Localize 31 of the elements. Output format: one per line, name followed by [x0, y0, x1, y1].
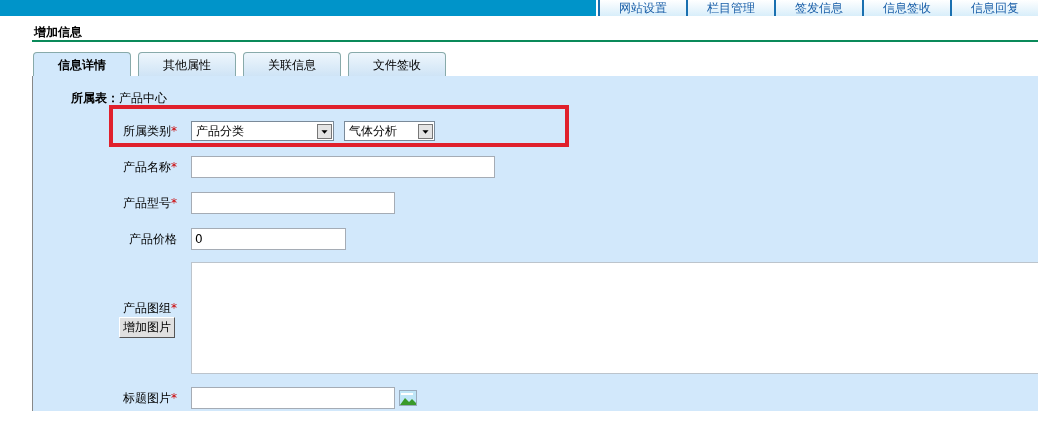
add-image-button[interactable]: 增加图片: [119, 316, 175, 338]
nav-tab[interactable]: 信息回复: [950, 0, 1038, 16]
table-name: 产品中心: [119, 90, 167, 107]
text-field[interactable]: 0: [191, 228, 346, 250]
field-label: 产品价格: [129, 231, 177, 246]
field-label: 所属类别: [123, 123, 171, 138]
text-field[interactable]: [191, 156, 495, 178]
tab[interactable]: 其他属性: [138, 52, 236, 76]
dropdown[interactable]: 产品分类: [191, 121, 334, 141]
nav-tab[interactable]: 栏目管理: [686, 0, 774, 16]
image-icon[interactable]: [399, 390, 417, 406]
field-label: 产品图组: [123, 300, 171, 315]
field-label: 标题图片: [123, 390, 171, 405]
dropdown[interactable]: 气体分析: [344, 121, 435, 141]
required-asterisk: *: [171, 390, 177, 405]
required-asterisk: *: [171, 123, 177, 138]
nav-tab[interactable]: 签发信息: [774, 0, 862, 16]
nav-tab[interactable]: 信息签收: [862, 0, 950, 16]
table-label: 所属表：: [71, 90, 119, 107]
tab[interactable]: 文件签收: [348, 52, 446, 76]
required-asterisk: *: [171, 300, 177, 315]
tab[interactable]: 信息详情: [33, 52, 131, 76]
page-title: 增加信息: [34, 25, 82, 40]
field-label: 产品名称: [123, 159, 171, 174]
required-asterisk: *: [171, 195, 177, 210]
nav-tab[interactable]: 网站设置: [598, 0, 686, 16]
tab[interactable]: 关联信息: [243, 52, 341, 76]
required-asterisk: *: [171, 159, 177, 174]
text-field[interactable]: [191, 192, 395, 214]
text-field[interactable]: [191, 387, 395, 409]
field-label: 产品型号: [123, 195, 171, 210]
